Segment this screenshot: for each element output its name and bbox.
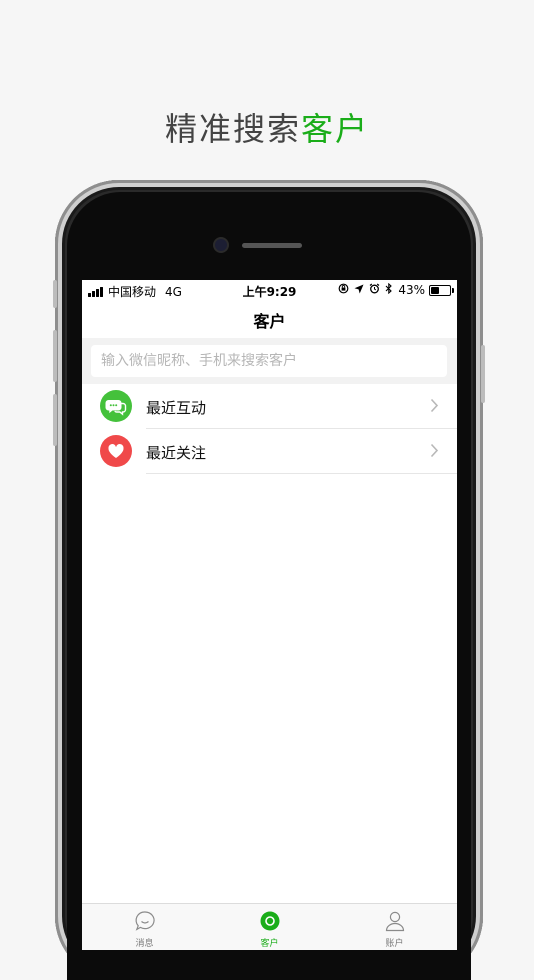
nav-title: 客户 xyxy=(253,312,286,331)
tab-label: 消息 xyxy=(135,939,154,949)
search-area xyxy=(82,338,457,384)
tab-customers[interactable]: 客户 xyxy=(207,904,332,950)
status-right: 43% xyxy=(338,282,454,297)
heart-icon xyxy=(100,435,132,467)
earpiece-speaker xyxy=(242,243,302,248)
tab-bar: 消息 客户 账户 xyxy=(82,903,457,950)
promo-title: 精准搜索客户 xyxy=(0,104,534,150)
front-camera xyxy=(215,239,227,251)
tab-label: 客户 xyxy=(260,939,279,949)
tab-messages[interactable]: 消息 xyxy=(82,904,207,950)
phone-silent-switch xyxy=(53,280,57,308)
battery-percent: 43% xyxy=(398,283,425,297)
location-arrow-icon xyxy=(354,284,364,297)
bluetooth-icon xyxy=(385,282,393,297)
battery-icon xyxy=(429,284,454,296)
promo-title-text: 精准搜索 xyxy=(164,110,301,148)
tab-account[interactable]: 账户 xyxy=(332,904,457,950)
chevron-right-icon xyxy=(430,398,439,417)
chat-bubbles-icon xyxy=(100,390,132,422)
list-item-recent-interaction[interactable]: 最近互动 xyxy=(82,384,457,429)
app-screen: 中国移动 4G 上午9:29 43% 客户 输入微信昵称、手机来搜索客户 最近互… xyxy=(82,280,457,950)
phone-volume-up xyxy=(53,330,57,382)
customer-category-list: 最近互动 最近关注 xyxy=(82,384,457,474)
list-item-label: 最近关注 xyxy=(146,444,207,462)
list-divider xyxy=(146,473,457,474)
orientation-lock-icon xyxy=(338,283,349,297)
status-bar: 中国移动 4G 上午9:29 43% xyxy=(82,280,457,300)
phone-power-button xyxy=(481,345,485,403)
phone-volume-down xyxy=(53,394,57,446)
person-icon xyxy=(385,911,404,932)
list-item-label: 最近互动 xyxy=(146,399,207,417)
search-input[interactable] xyxy=(91,345,447,377)
chevron-right-icon xyxy=(430,443,439,462)
customer-circle-icon xyxy=(260,911,279,931)
promo-title-accent: 客户 xyxy=(301,110,370,148)
tab-label: 账户 xyxy=(385,939,404,949)
alarm-clock-icon xyxy=(369,283,380,297)
battery-level-fill xyxy=(431,286,439,294)
list-item-recent-follow[interactable]: 最近关注 xyxy=(82,429,457,474)
message-bubble-icon xyxy=(135,911,155,931)
